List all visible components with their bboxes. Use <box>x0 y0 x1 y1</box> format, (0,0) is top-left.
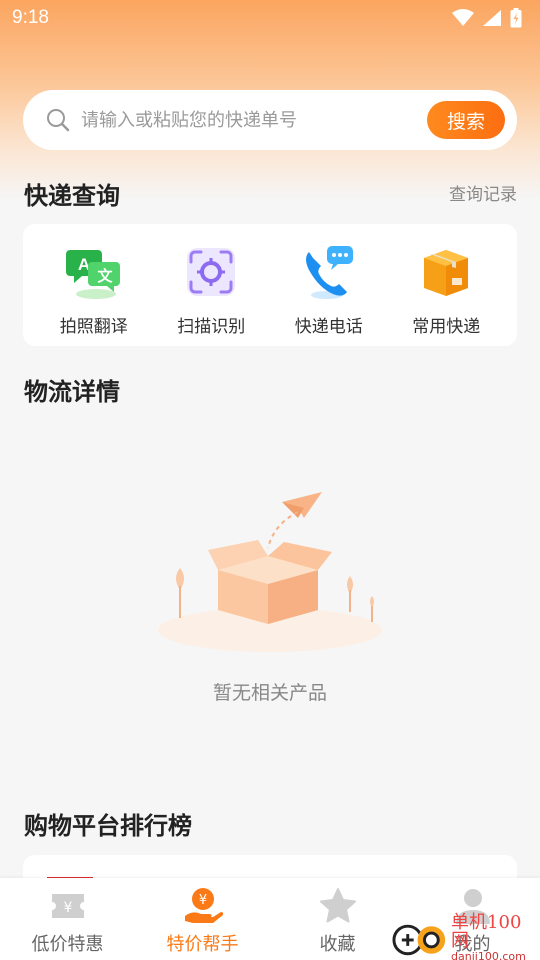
star-icon <box>319 888 356 923</box>
watermark-subtext: danji100.com <box>451 949 526 960</box>
tool-express-phone[interactable]: 快递电话 <box>274 224 384 346</box>
empty-box-illustration <box>158 492 382 652</box>
watermark-logo-icon <box>392 924 446 956</box>
express-query-title: 快递查询 <box>24 182 120 210</box>
signal-icon <box>483 10 501 26</box>
status-time: 9:18 <box>12 7 49 28</box>
search-icon <box>47 109 70 132</box>
svg-text:¥: ¥ <box>63 900 72 916</box>
nav-label: 低价特惠 <box>31 934 104 955</box>
nav-label: 特价帮手 <box>166 934 239 955</box>
status-bar: 9:18 <box>0 0 540 36</box>
coupon-icon: ¥ <box>51 894 84 918</box>
wifi-icon <box>452 9 474 26</box>
query-history-link[interactable]: 查询记录 <box>449 180 517 205</box>
nav-favorites[interactable]: 收藏 <box>270 878 405 960</box>
tool-common-express[interactable]: 常用快递 <box>391 224 501 346</box>
watermark-text: 单机100网 <box>451 911 522 951</box>
empty-state-text: 暂无相关产品 <box>212 682 327 704</box>
search-bar[interactable]: 搜索 <box>23 90 517 150</box>
ranking-title: 购物平台排行榜 <box>24 812 192 840</box>
package-box-icon <box>424 250 469 296</box>
tool-label: 常用快递 <box>412 317 481 337</box>
tool-label: 快递电话 <box>294 317 363 337</box>
nav-low-price-deals[interactable]: ¥ 低价特惠 <box>0 878 135 960</box>
search-button[interactable]: 搜索 <box>427 101 505 139</box>
site-watermark: 单机100网 danji100.com <box>392 911 538 960</box>
battery-icon <box>510 8 522 28</box>
tools-card: A 文 拍照翻译 扫描识别 快递电话 常用快递 <box>23 224 517 346</box>
scan-icon <box>187 248 236 296</box>
svg-text:¥: ¥ <box>198 893 206 908</box>
svg-text:文: 文 <box>97 267 113 285</box>
tool-scan-recognize[interactable]: 扫描识别 <box>156 224 266 346</box>
status-icons <box>452 8 522 28</box>
tool-label: 扫描识别 <box>177 317 246 337</box>
tool-label: 拍照翻译 <box>59 317 128 337</box>
phone-icon <box>305 246 353 299</box>
yen-hand-icon: ¥ <box>184 888 223 923</box>
nav-label: 收藏 <box>319 934 356 955</box>
logistics-title: 物流详情 <box>24 378 120 406</box>
translate-icon: A 文 <box>65 250 120 299</box>
search-input[interactable] <box>81 109 427 131</box>
nav-bargain-helper[interactable]: ¥ 特价帮手 <box>135 878 270 960</box>
tool-photo-translate[interactable]: A 文 拍照翻译 <box>39 224 149 346</box>
